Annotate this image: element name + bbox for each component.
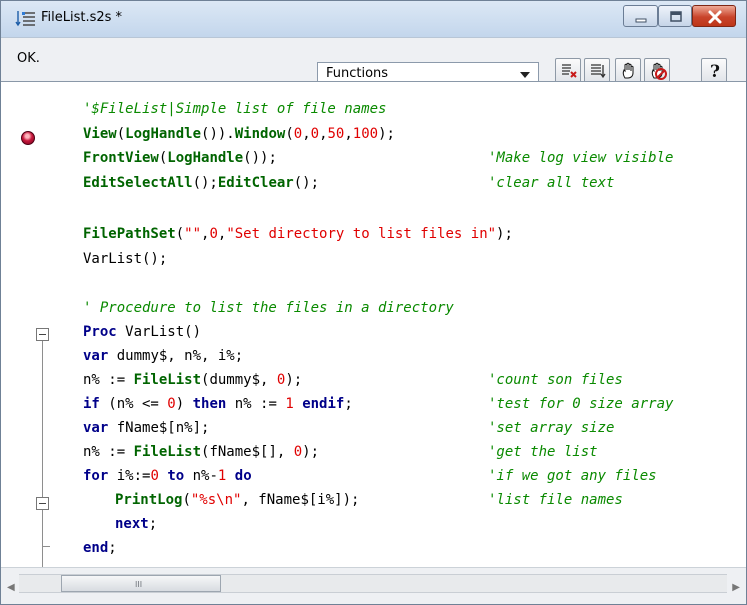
inline-comment[interactable]: 'clear all text — [488, 171, 614, 195]
code-line[interactable]: FrontView(LogHandle()); — [83, 146, 277, 170]
inline-comment[interactable]: 'test for 0 size array — [488, 392, 673, 416]
clear-breakpoints-icon — [562, 64, 577, 78]
chevron-right-icon[interactable]: ▶ — [732, 582, 740, 593]
code-line[interactable]: next; — [115, 512, 157, 536]
code-line[interactable]: FilePathSet("",0,"Set directory to list … — [83, 222, 513, 246]
stop-hand-icon — [651, 62, 667, 80]
chevron-left-icon[interactable]: ◀ — [7, 582, 15, 593]
title-bar[interactable]: FileList.s2s * — [1, 1, 746, 37]
functions-dropdown-value: Functions — [326, 66, 389, 81]
code-line[interactable]: Proc VarList() — [83, 320, 201, 344]
breakpoint-marker[interactable] — [21, 131, 35, 145]
hand-icon — [622, 62, 634, 79]
fold-toggle-proc[interactable] — [36, 328, 49, 341]
code-line[interactable]: end; — [83, 536, 117, 560]
code-line[interactable]: n% := FileList(dummy$, 0); — [83, 368, 302, 392]
fold-end-for — [42, 546, 50, 547]
fold-guide — [42, 328, 43, 580]
code-line[interactable]: PrintLog("%s\n", fName$[i%]); — [115, 488, 359, 512]
inline-comment[interactable]: 'count son files — [488, 368, 623, 392]
maximize-icon — [670, 11, 682, 22]
svg-text:?: ? — [710, 62, 720, 80]
inline-comment[interactable]: 'if we got any files — [488, 464, 657, 488]
chevron-down-icon — [520, 72, 530, 78]
fold-toggle-for[interactable] — [36, 497, 49, 510]
minimize-button[interactable] — [623, 5, 658, 27]
code-line[interactable]: View(LogHandle()).Window(0,0,50,100); — [83, 122, 395, 146]
minimize-icon — [635, 18, 647, 23]
scrollbar-thumb[interactable]: III — [61, 575, 221, 592]
window-title: FileList.s2s * — [41, 10, 123, 25]
maximize-button[interactable] — [658, 5, 692, 27]
toolbar: OK. Functions ? — [1, 37, 746, 86]
inline-comment[interactable]: 'Make log view visible — [488, 146, 673, 170]
horizontal-scrollbar[interactable]: ◀ III ▶ — [7, 574, 740, 593]
code-comment-line[interactable]: '$FileList|Simple list of file names — [83, 97, 386, 121]
code-line[interactable]: n% := FileList(fName$[], 0); — [83, 440, 319, 464]
inline-comment[interactable]: 'set array size — [488, 416, 614, 440]
code-line[interactable]: var dummy$, n%, i%; — [83, 344, 243, 368]
code-line[interactable]: for i%:=0 to n%-1 do — [83, 464, 252, 488]
inline-comment[interactable]: 'list file names — [488, 488, 623, 512]
help-icon: ? — [710, 62, 720, 80]
code-comment-line[interactable]: ' Procedure to list the files in a direc… — [83, 296, 454, 320]
close-button[interactable] — [692, 5, 736, 27]
code-line[interactable]: VarList(); — [83, 247, 167, 271]
scrollbar-grip-icon: III — [135, 580, 143, 589]
inline-comment[interactable]: 'get the list — [488, 440, 598, 464]
code-line[interactable]: if (n% <= 0) then n% := 1 endif; — [83, 392, 353, 416]
list-icon — [591, 64, 606, 79]
status-text: OK. — [17, 51, 40, 66]
script-list-icon — [15, 11, 35, 27]
close-icon — [708, 10, 722, 24]
code-line[interactable]: EditSelectAll();EditClear(); — [83, 171, 319, 195]
code-editor[interactable]: '$FileList|Simple list of file names View… — [1, 81, 746, 580]
code-line[interactable]: var fName$[n%]; — [83, 416, 209, 440]
bottom-area: ◀ III ▶ — [1, 567, 746, 604]
editor-gutter[interactable] — [1, 82, 35, 568]
script-window: FileList.s2s * OK. Functions ? '$FileLis… — [0, 0, 747, 605]
